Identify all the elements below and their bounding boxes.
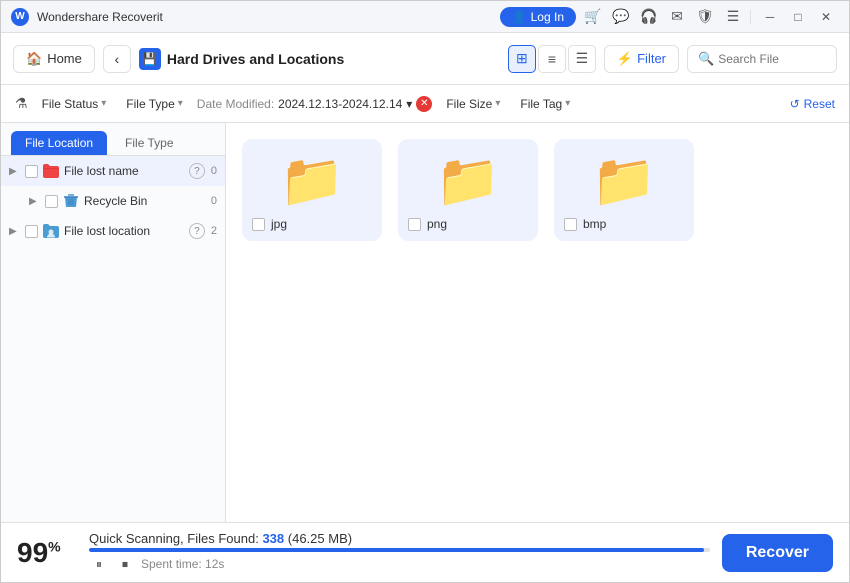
headphone-icon[interactable]: 🎧: [638, 6, 660, 28]
file-card-jpg[interactable]: 📁 jpg: [242, 139, 382, 241]
recover-button[interactable]: Recover: [722, 534, 833, 572]
compact-view-button[interactable]: ☰: [568, 45, 596, 73]
home-icon: 🏠: [26, 51, 42, 67]
file-card-bottom-bmp: bmp: [564, 217, 684, 231]
file-area: 📁 jpg 📁 png 📁 bmp: [226, 123, 849, 522]
file-card-name-jpg: jpg: [271, 217, 287, 231]
tree-item-file-lost-name[interactable]: ▶ File lost name ? 0: [1, 156, 225, 186]
search-box[interactable]: 🔍: [687, 45, 837, 73]
file-type-filter[interactable]: File Type ▾: [120, 95, 189, 113]
file-status-filter[interactable]: File Status ▾: [36, 95, 113, 113]
file-card-bottom-jpg: jpg: [252, 217, 372, 231]
tree-help-0[interactable]: ?: [189, 163, 205, 179]
message-icon[interactable]: 💬: [610, 6, 632, 28]
file-card-bmp[interactable]: 📁 bmp: [554, 139, 694, 241]
page-icon: 💾: [139, 48, 161, 70]
back-button[interactable]: ‹: [103, 45, 131, 73]
search-icon: 🔍: [698, 51, 714, 67]
tree-item-recycle-bin[interactable]: ▶ Recycle Bin 0: [1, 186, 225, 216]
page-title: Hard Drives and Locations: [167, 51, 344, 67]
tree-checkbox-1[interactable]: [45, 195, 58, 208]
scanning-text: Quick Scanning, Files Found: 338 (46.25 …: [89, 531, 710, 546]
title-bar: W Wondershare Recoverit 👤 Log In 🛒 💬 🎧 ✉…: [1, 1, 849, 33]
reset-button[interactable]: ↺ Reset: [790, 97, 835, 111]
folder-icon-png: 📁: [408, 155, 528, 207]
bottom-controls: ⏸ ⏹ Spent time: 12s: [89, 554, 710, 574]
nav-right: ⊞ ≡ ☰ ⚡ Filter 🔍: [508, 45, 837, 73]
recycle-bin-icon: [62, 192, 80, 210]
login-button[interactable]: 👤 Log In: [500, 7, 576, 27]
pause-button[interactable]: ⏸: [89, 554, 109, 574]
app-logo: W: [11, 8, 29, 26]
file-grid: 📁 jpg 📁 png 📁 bmp: [242, 139, 833, 241]
tab-file-location[interactable]: File Location: [11, 131, 107, 155]
sidebar: File Location File Type ▶ File lost name…: [1, 123, 226, 522]
file-card-checkbox-png[interactable]: [408, 218, 421, 231]
filter-button[interactable]: ⚡ Filter: [604, 45, 679, 73]
folder-icon-jpg: 📁: [252, 155, 372, 207]
title-bar-right: 👤 Log In 🛒 💬 🎧 ✉ 🛡 ☰ ─ □ ✕: [500, 6, 839, 28]
file-card-checkbox-jpg[interactable]: [252, 218, 265, 231]
tree-toggle-0: ▶: [9, 166, 21, 177]
file-card-name-bmp: bmp: [583, 217, 606, 231]
stop-button[interactable]: ⏹: [115, 554, 135, 574]
cart-icon[interactable]: 🛒: [582, 6, 604, 28]
file-card-png[interactable]: 📁 png: [398, 139, 538, 241]
window-controls: ─ □ ✕: [757, 6, 839, 28]
file-size-caret: ▾: [495, 98, 500, 109]
tree-toggle-2: ▶: [9, 226, 21, 237]
bottom-bar: 99% Quick Scanning, Files Found: 338 (46…: [1, 522, 849, 582]
search-input[interactable]: [718, 52, 826, 66]
file-type-caret: ▾: [178, 98, 183, 109]
main-content: File Location File Type ▶ File lost name…: [1, 123, 849, 522]
file-tag-caret: ▾: [565, 98, 570, 109]
remove-date-filter-button[interactable]: ✕: [416, 96, 432, 112]
filter-icon: ⚡: [617, 51, 633, 67]
grid-view-button[interactable]: ⊞: [508, 45, 536, 73]
nav-bar: 🏠 Home ‹ 💾 Hard Drives and Locations ⊞ ≡…: [1, 33, 849, 85]
mail-icon[interactable]: ✉: [666, 6, 688, 28]
reset-icon: ↺: [790, 97, 800, 111]
date-modified-filter[interactable]: Date Modified: 2024.12.13-2024.12.14 ▾ ✕: [197, 96, 433, 112]
file-card-bottom-png: png: [408, 217, 528, 231]
current-page: 💾 Hard Drives and Locations: [139, 48, 500, 70]
file-size-filter[interactable]: File Size ▾: [440, 95, 506, 113]
bottom-info: Quick Scanning, Files Found: 338 (46.25 …: [89, 531, 710, 574]
tree-folder-user-icon: [42, 222, 60, 240]
progress-bar-container: [89, 548, 710, 552]
list-view-button[interactable]: ≡: [538, 45, 566, 73]
app-title: Wondershare Recoverit: [37, 10, 163, 24]
tree-checkbox-2[interactable]: [25, 225, 38, 238]
title-bar-left: W Wondershare Recoverit: [11, 8, 163, 26]
file-tag-filter[interactable]: File Tag ▾: [514, 95, 576, 113]
back-arrow-icon: ‹: [115, 51, 120, 67]
funnel-icon: ⚗: [15, 95, 28, 112]
list-icon[interactable]: ☰: [722, 6, 744, 28]
tree-help-2[interactable]: ?: [189, 223, 205, 239]
progress-percentage: 99%: [17, 537, 77, 569]
spent-time-label: Spent time: 12s: [141, 557, 224, 571]
file-card-checkbox-bmp[interactable]: [564, 218, 577, 231]
date-caret: ▾: [406, 97, 412, 111]
close-button[interactable]: ✕: [813, 6, 839, 28]
folder-icon-bmp: 📁: [564, 155, 684, 207]
progress-bar-fill: [89, 548, 704, 552]
home-button[interactable]: 🏠 Home: [13, 45, 95, 73]
shield-icon[interactable]: 🛡: [694, 6, 716, 28]
tab-bar: File Location File Type: [1, 123, 225, 156]
view-buttons: ⊞ ≡ ☰: [508, 45, 596, 73]
tab-file-type[interactable]: File Type: [111, 131, 187, 155]
maximize-button[interactable]: □: [785, 6, 811, 28]
user-icon: 👤: [512, 10, 527, 24]
tree-folder-red-icon: [42, 162, 60, 180]
minimize-button[interactable]: ─: [757, 6, 783, 28]
file-card-name-png: png: [427, 217, 447, 231]
file-status-caret: ▾: [101, 98, 106, 109]
tree-toggle-1: ▶: [29, 196, 41, 207]
filter-bar: ⚗ File Status ▾ File Type ▾ Date Modifie…: [1, 85, 849, 123]
tree-item-file-lost-location[interactable]: ▶ File lost location ? 2: [1, 216, 225, 246]
tree-checkbox-0[interactable]: [25, 165, 38, 178]
